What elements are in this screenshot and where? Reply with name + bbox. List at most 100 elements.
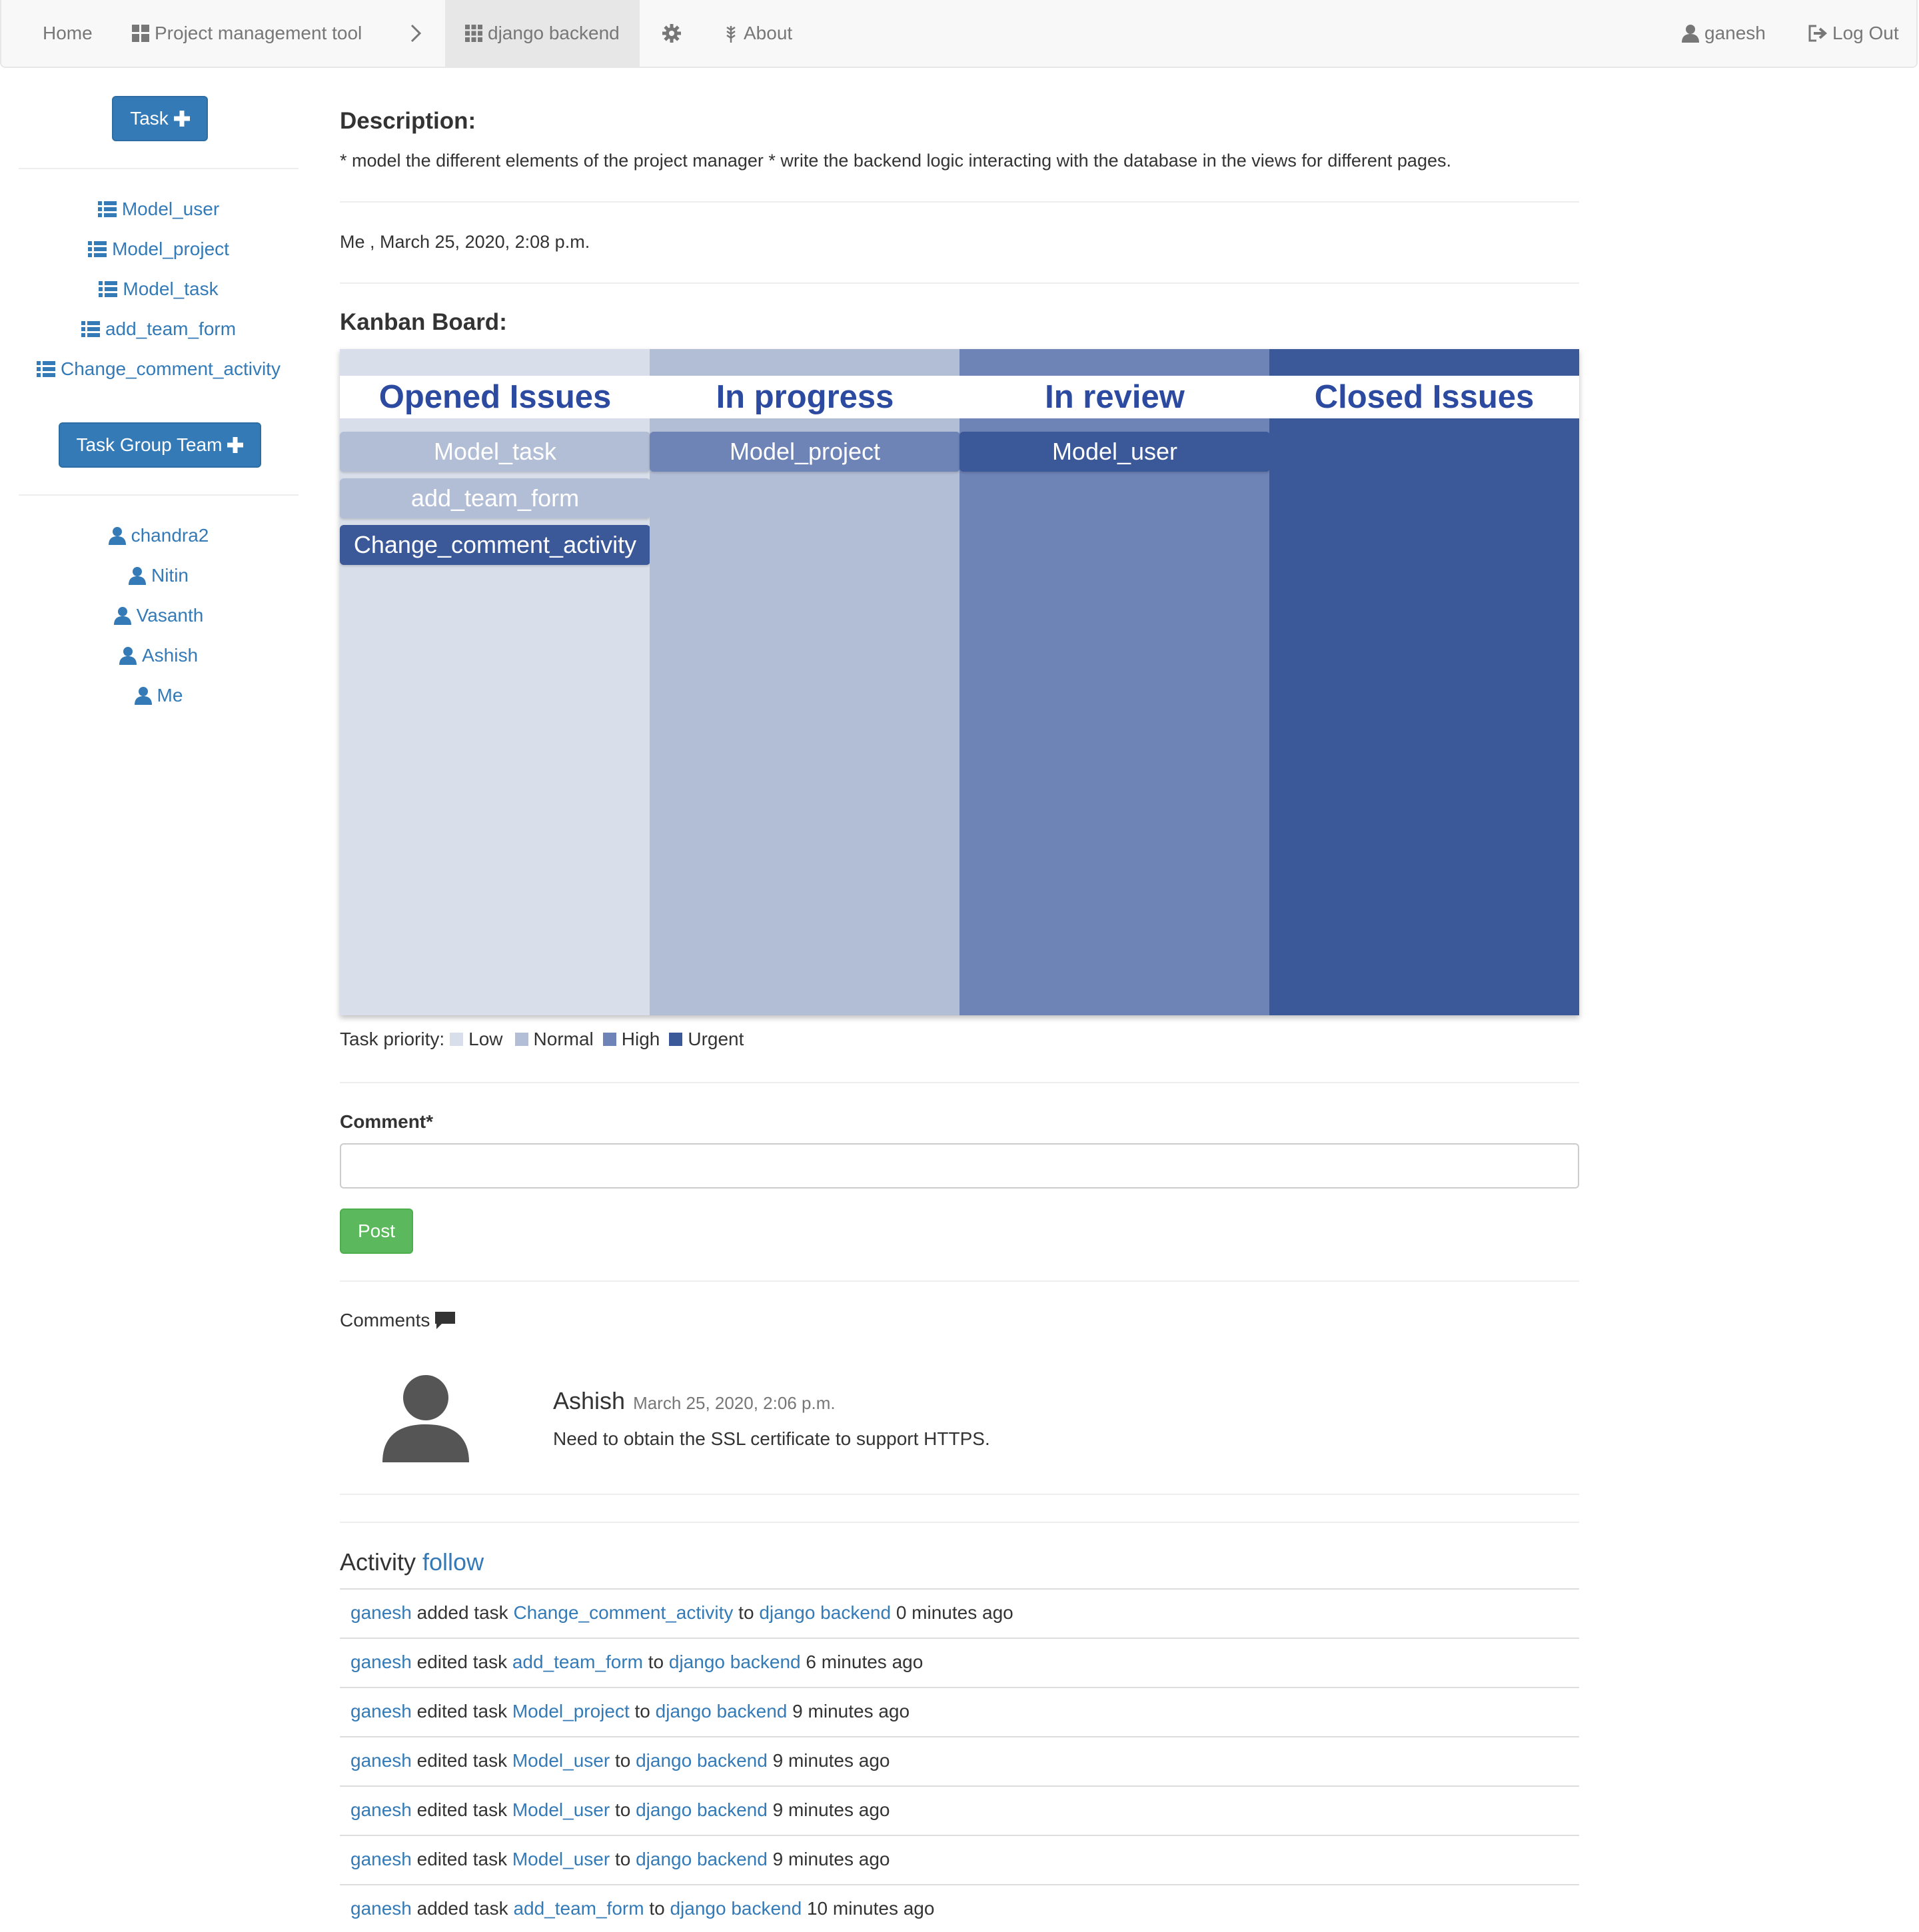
activity-verb: edited task <box>416 1849 508 1869</box>
activity-to: to <box>738 1602 754 1623</box>
activity-time: 10 minutes ago <box>806 1898 935 1919</box>
user-icon <box>1682 24 1699 43</box>
section-divider <box>340 1280 1579 1282</box>
sidebar-divider <box>19 494 299 496</box>
activity-user-link[interactable]: ganesh <box>350 1602 412 1624</box>
activity-task-link[interactable]: Model_user <box>512 1849 610 1870</box>
top-navbar: Home Project management tool django back… <box>0 0 1918 68</box>
kanban-card[interactable]: Model_task <box>340 432 650 472</box>
sidebar-member-link[interactable]: Me <box>19 682 299 709</box>
kanban-card[interactable]: Change_comment_activity <box>340 525 650 565</box>
activity-to: to <box>614 1849 631 1869</box>
activity-project-link[interactable]: django backend <box>759 1602 891 1624</box>
sidebar-divider <box>19 168 299 169</box>
add-team-label: Task Group Team <box>76 434 223 455</box>
add-task-button[interactable]: Task <box>112 96 208 141</box>
sidebar-task-link[interactable]: add_team_form <box>19 316 299 342</box>
activity-row: ganesh added task add_team_form to djang… <box>340 1884 1579 1932</box>
kanban-card[interactable]: Model_project <box>650 432 960 472</box>
comment-date: March 25, 2020, 2:06 p.m. <box>633 1393 836 1413</box>
activity-task-link[interactable]: Change_comment_activity <box>513 1602 733 1624</box>
comment-input[interactable] <box>340 1143 1579 1189</box>
priority-legend: Task priority: Low Normal High Urgent <box>340 1029 744 1050</box>
activity-row: ganesh edited task add_team_form to djan… <box>340 1638 1579 1686</box>
kanban-column-title: In progress <box>650 376 960 418</box>
sidebar-member-link[interactable]: chandra2 <box>19 522 299 549</box>
post-button[interactable]: Post <box>340 1208 413 1254</box>
sidebar-task-link[interactable]: Model_task <box>19 276 299 302</box>
section-divider <box>340 1082 1579 1083</box>
activity-user-link[interactable]: ganesh <box>350 1799 412 1821</box>
activity-verb: added task <box>416 1602 508 1623</box>
follow-link[interactable]: follow <box>422 1548 484 1576</box>
comment-author: Ashish <box>553 1387 626 1414</box>
sidebar-task-link[interactable]: Change_comment_activity <box>19 356 299 382</box>
kanban-column-in-progress: In progress Model_project <box>650 349 960 1015</box>
sidebar-member-label: Ashish <box>141 645 199 666</box>
legend-swatch-normal <box>514 1033 528 1046</box>
legend-item-urgent: Urgent <box>688 1029 744 1049</box>
section-divider <box>340 1494 1579 1495</box>
activity-task-link[interactable]: add_team_form <box>513 1898 644 1919</box>
activity-time: 9 minutes ago <box>792 1701 910 1721</box>
activity-project-link[interactable]: django backend <box>669 1652 801 1673</box>
nav-about-link[interactable]: About <box>724 0 792 67</box>
activity-user-link[interactable]: ganesh <box>350 1701 412 1722</box>
comment-icon <box>435 1312 456 1329</box>
kanban-card[interactable]: Model_user <box>960 432 1270 472</box>
activity-task-link[interactable]: Model_project <box>512 1701 630 1722</box>
kanban-card[interactable]: add_team_form <box>340 478 650 518</box>
sidebar-member-label: Me <box>157 685 183 706</box>
user-icon <box>108 526 126 545</box>
user-icon <box>134 686 152 705</box>
activity-row: ganesh edited task Model_user to django … <box>340 1835 1579 1883</box>
nav-user-link[interactable]: ganesh <box>1682 0 1766 67</box>
activity-user-link[interactable]: ganesh <box>350 1849 412 1870</box>
activity-verb: added task <box>416 1898 508 1919</box>
nav-logout-label: Log Out <box>1832 23 1899 43</box>
activity-user-link[interactable]: ganesh <box>350 1652 412 1673</box>
user-icon <box>113 606 131 625</box>
activity-project-link[interactable]: django backend <box>656 1701 788 1722</box>
activity-time: 9 minutes ago <box>772 1750 890 1771</box>
breadcrumb-chevron-icon <box>409 0 422 67</box>
add-task-label: Task <box>130 108 169 129</box>
user-icon <box>119 646 137 665</box>
nav-settings-link[interactable] <box>662 0 686 67</box>
nav-current-project[interactable]: django backend <box>445 0 640 67</box>
sidebar-task-label: Model_project <box>112 239 229 259</box>
activity-project-link[interactable]: django backend <box>636 1799 768 1821</box>
sidebar-task-link[interactable]: Model_project <box>19 236 299 262</box>
activity-project-link[interactable]: django backend <box>670 1898 802 1919</box>
activity-project-link[interactable]: django backend <box>636 1849 768 1870</box>
activity-project-link[interactable]: django backend <box>636 1750 768 1771</box>
nav-home-link[interactable]: Home <box>43 0 93 67</box>
activity-heading: Activity follow <box>340 1548 484 1576</box>
sidebar-member-link[interactable]: Ashish <box>19 642 299 669</box>
add-team-button[interactable]: Task Group Team <box>59 422 261 468</box>
activity-verb: edited task <box>416 1750 508 1771</box>
activity-to: to <box>614 1750 631 1771</box>
activity-verb: edited task <box>416 1701 508 1721</box>
section-divider <box>340 201 1579 203</box>
sidebar-member-link[interactable]: Nitin <box>19 562 299 589</box>
nav-logout-link[interactable]: Log Out <box>1807 0 1899 67</box>
legend-swatch-high <box>602 1033 616 1046</box>
plus-icon <box>173 111 190 127</box>
activity-user-link[interactable]: ganesh <box>350 1898 412 1919</box>
nav-current-label: django backend <box>488 23 620 43</box>
kanban-column-title: Opened Issues <box>340 376 650 418</box>
activity-task-link[interactable]: Model_user <box>512 1799 610 1821</box>
sidebar-task-link[interactable]: Model_user <box>19 196 299 223</box>
activity-user-link[interactable]: ganesh <box>350 1750 412 1771</box>
grid-icon <box>465 25 482 42</box>
user-icon <box>128 566 146 585</box>
kanban-column-closed: Closed Issues <box>1269 349 1579 1015</box>
activity-task-link[interactable]: add_team_form <box>512 1652 643 1673</box>
nav-project-link[interactable]: Project management tool <box>132 0 362 67</box>
activity-task-link[interactable]: Model_user <box>512 1750 610 1771</box>
activity-row: ganesh edited task Model_project to djan… <box>340 1687 1579 1735</box>
sidebar-member-link[interactable]: Vasanth <box>19 602 299 629</box>
list-icon <box>99 281 118 297</box>
sidebar-member-label: chandra2 <box>131 525 209 546</box>
